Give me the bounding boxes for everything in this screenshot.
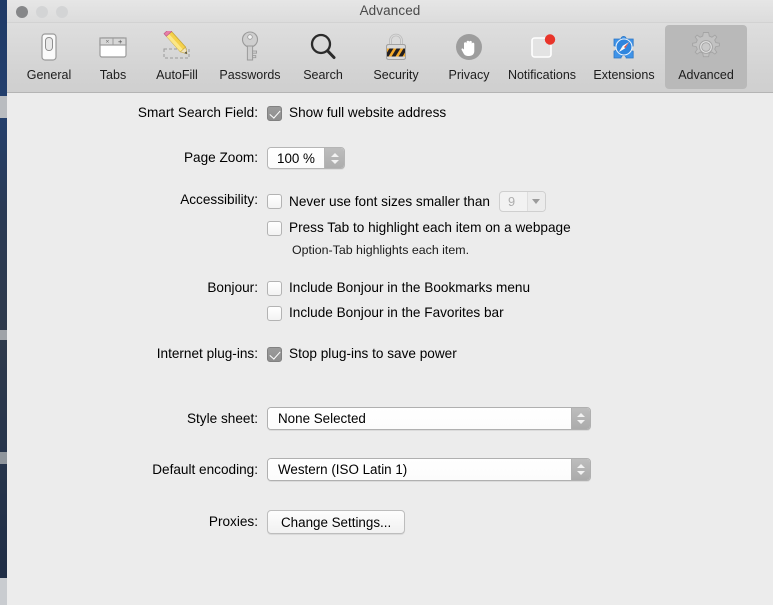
extensions-puzzle-icon bbox=[604, 29, 644, 65]
search-magnifier-icon bbox=[303, 29, 343, 65]
chevron-down-icon[interactable] bbox=[526, 192, 545, 211]
style-sheet-label: Style sheet: bbox=[186, 411, 258, 426]
checkbox-never-use-font-sizes-smaller[interactable] bbox=[267, 194, 282, 209]
style-sheet-popup[interactable]: None Selected bbox=[267, 407, 591, 430]
checkbox-stop-plugins-row[interactable]: Stop plug-ins to save power bbox=[267, 345, 457, 363]
row-internet-plugins: Internet plug-ins: Stop plug-ins to save… bbox=[114, 345, 457, 363]
passwords-key-icon bbox=[230, 29, 270, 65]
checkbox-bonjour-favorites-row[interactable]: Include Bonjour in the Favorites bar bbox=[267, 304, 530, 322]
toolbar-label: Tabs bbox=[99, 68, 127, 82]
toolbar-item-tabs[interactable]: × + Tabs bbox=[81, 25, 145, 89]
smart-search-field-label: Smart Search Field: bbox=[137, 105, 258, 120]
toolbar-label: Extensions bbox=[593, 68, 655, 82]
row-page-zoom: Page Zoom: 100 % bbox=[114, 147, 345, 169]
general-switch-icon bbox=[29, 29, 69, 65]
checkbox-bonjour-bookmarks-menu[interactable] bbox=[267, 280, 282, 296]
page-zoom-stepper-arrows[interactable] bbox=[324, 148, 344, 168]
checkbox-bonjour-bookmarks-label: Include Bonjour in the Bookmarks menu bbox=[289, 280, 531, 295]
minimum-font-size-dropdown[interactable]: 9 bbox=[498, 191, 546, 212]
default-encoding-label: Default encoding: bbox=[152, 462, 258, 477]
chevron-up-icon[interactable] bbox=[330, 152, 339, 157]
toolbar-item-security[interactable]: Security bbox=[355, 25, 437, 89]
advanced-gear-icon bbox=[686, 29, 726, 65]
toolbar-item-extensions[interactable]: Extensions bbox=[583, 25, 665, 89]
toolbar-label: Search bbox=[303, 68, 343, 82]
toolbar-label: Privacy bbox=[448, 68, 490, 82]
toolbar-item-privacy[interactable]: Privacy bbox=[437, 25, 501, 89]
checkbox-show-full-address-row[interactable]: Show full website address bbox=[267, 104, 446, 122]
row-bonjour: Bonjour: Include Bonjour in the Bookmark… bbox=[114, 279, 530, 322]
chevron-down-icon bbox=[577, 420, 585, 424]
checkbox-show-full-address[interactable] bbox=[267, 105, 282, 121]
checkbox-bonjour-favorites-bar[interactable] bbox=[267, 305, 282, 321]
toolbar-label: General bbox=[26, 68, 72, 82]
security-lock-icon bbox=[376, 29, 416, 65]
chevron-down-icon[interactable] bbox=[330, 159, 339, 164]
checkbox-bonjour-bookmarks-row[interactable]: Include Bonjour in the Bookmarks menu bbox=[267, 279, 530, 297]
checkbox-press-tab-label: Press Tab to highlight each item on a we… bbox=[289, 220, 571, 235]
title-bar: Advanced bbox=[7, 0, 773, 23]
autofill-pencil-icon bbox=[157, 29, 197, 65]
chevron-down-icon bbox=[577, 471, 585, 475]
checkbox-never-smaller-label: Never use font sizes smaller than bbox=[289, 193, 490, 209]
toolbar-item-advanced[interactable]: Advanced bbox=[665, 25, 747, 89]
toolbar-label: Advanced bbox=[678, 68, 734, 82]
page-zoom-label: Page Zoom: bbox=[183, 150, 258, 165]
row-smart-search-field: Smart Search Field: Show full website ad… bbox=[114, 104, 446, 122]
accessibility-hint-text: Option-Tab highlights each item. bbox=[292, 243, 470, 257]
row-accessibility: Accessibility: Never use font sizes smal… bbox=[114, 191, 571, 257]
toolbar-item-passwords[interactable]: Passwords bbox=[209, 25, 291, 89]
internet-plugins-label: Internet plug-ins: bbox=[156, 346, 258, 361]
toolbar-label: Security bbox=[373, 68, 419, 82]
privacy-hand-icon bbox=[449, 29, 489, 65]
proxies-label: Proxies: bbox=[208, 514, 258, 529]
toolbar-label: Passwords bbox=[219, 68, 281, 82]
toolbar-item-general[interactable]: General bbox=[17, 25, 81, 89]
notifications-badge-icon bbox=[522, 29, 562, 65]
safari-preferences-window: Advanced General × + Tabs AutoFill Passw… bbox=[7, 0, 773, 605]
page-zoom-value[interactable]: 100 % bbox=[268, 148, 324, 168]
toolbar-item-autofill[interactable]: AutoFill bbox=[145, 25, 209, 89]
checkbox-bonjour-favorites-label: Include Bonjour in the Favorites bar bbox=[289, 305, 504, 320]
window-title: Advanced bbox=[359, 3, 421, 18]
toolbar-item-notifications[interactable]: Notifications bbox=[501, 25, 583, 89]
toolbar-label: AutoFill bbox=[156, 68, 198, 82]
svg-text:×: × bbox=[106, 39, 110, 46]
checkbox-press-tab-row[interactable]: Press Tab to highlight each item on a we… bbox=[267, 219, 571, 237]
checkbox-stop-plugins-label: Stop plug-ins to save power bbox=[289, 346, 457, 361]
row-proxies: Proxies: Change Settings... bbox=[114, 510, 406, 534]
preferences-content: Smart Search Field: Show full website ad… bbox=[7, 93, 773, 604]
toolbar-item-search[interactable]: Search bbox=[291, 25, 355, 89]
default-encoding-popup-arrows[interactable] bbox=[571, 459, 590, 480]
svg-text:+: + bbox=[118, 37, 123, 46]
chevron-up-icon bbox=[577, 464, 585, 468]
checkbox-show-full-address-label: Show full website address bbox=[289, 105, 447, 120]
toolbar-label: Notifications bbox=[507, 68, 577, 82]
checkbox-stop-plugins-save-power[interactable] bbox=[267, 346, 282, 362]
checkbox-press-tab-highlight[interactable] bbox=[267, 220, 282, 236]
checkbox-never-smaller-row[interactable]: Never use font sizes smaller than 9 bbox=[267, 191, 571, 212]
row-default-encoding: Default encoding: Western (ISO Latin 1) bbox=[114, 458, 591, 481]
page-zoom-stepper[interactable]: 100 % bbox=[267, 147, 345, 169]
row-style-sheet: Style sheet: None Selected bbox=[114, 407, 591, 430]
tabs-icon: × + bbox=[93, 29, 133, 65]
preferences-toolbar: General × + Tabs AutoFill Passwords Sear… bbox=[7, 23, 773, 93]
default-encoding-popup[interactable]: Western (ISO Latin 1) bbox=[267, 458, 591, 481]
accessibility-label: Accessibility: bbox=[180, 192, 258, 207]
change-settings-button[interactable]: Change Settings... bbox=[267, 510, 406, 534]
bonjour-label: Bonjour: bbox=[207, 280, 258, 295]
style-sheet-popup-arrows[interactable] bbox=[571, 408, 590, 429]
chevron-up-icon bbox=[577, 413, 585, 417]
style-sheet-value: None Selected bbox=[268, 408, 571, 429]
minimum-font-size-value: 9 bbox=[507, 194, 516, 209]
default-encoding-value: Western (ISO Latin 1) bbox=[268, 459, 571, 480]
